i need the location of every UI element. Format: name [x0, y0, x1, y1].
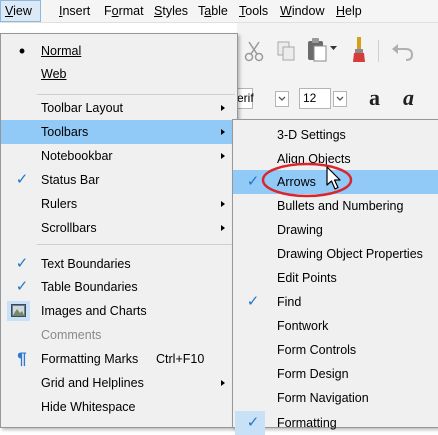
menu-item-scrollbars[interactable]: Scrollbars	[1, 216, 237, 240]
view-menu: • Normal Web Toolbar Layout Toolbars Not…	[0, 33, 238, 428]
image-chart-icon	[11, 304, 26, 317]
menu-item-images-and-charts[interactable]: Images and Charts	[1, 299, 237, 323]
menu-table[interactable]: Table	[194, 0, 232, 22]
checkmark-icon: ✓	[246, 414, 260, 431]
toolbar-separator	[378, 40, 379, 62]
bold-icon[interactable]: a	[366, 86, 390, 110]
menu-bar: View Insert Format Styles Table Tools Wi…	[0, 0, 438, 23]
menu-insert[interactable]: Insert	[55, 0, 94, 22]
menu-tools[interactable]: Tools	[235, 0, 272, 22]
submenu-item-drawing-object-properties[interactable]: Drawing Object Properties	[233, 242, 438, 266]
svg-text:a: a	[403, 86, 414, 110]
menu-item-toolbar-layout[interactable]: Toolbar Layout	[1, 96, 237, 120]
submenu-item-3d-settings[interactable]: 3-D Settings	[233, 123, 438, 147]
clone-formatting-icon[interactable]	[346, 36, 368, 64]
menu-help[interactable]: Help	[332, 0, 366, 22]
paste-dropdown-icon[interactable]	[330, 46, 338, 52]
submenu-arrow-icon	[221, 105, 225, 111]
checkmark-icon: ✓	[15, 278, 29, 295]
submenu-item-form-design[interactable]: Form Design	[233, 362, 438, 386]
pilcrow-icon: ¶	[17, 349, 27, 368]
menu-item-comments[interactable]: Comments	[1, 323, 237, 347]
paste-icon[interactable]	[306, 37, 328, 63]
submenu-arrow-icon	[221, 380, 225, 386]
submenu-item-formatting[interactable]: ✓ Formatting	[233, 411, 438, 435]
font-size-dropdown[interactable]	[333, 91, 347, 107]
menu-item-rulers[interactable]: Rulers	[1, 192, 237, 216]
font-size-combo[interactable]: 12	[299, 88, 331, 109]
submenu-arrow-icon	[221, 129, 225, 135]
radio-bullet-icon: •	[18, 41, 26, 61]
checkmark-icon: ✓	[15, 171, 29, 188]
chevron-down-icon	[336, 96, 344, 101]
submenu-arrow-icon	[221, 153, 225, 159]
menu-item-grid-and-helplines[interactable]: Grid and Helplines	[1, 371, 237, 395]
menu-format[interactable]: Format	[100, 0, 148, 22]
checkmark-icon: ✓	[15, 255, 29, 272]
mouse-pointer-icon	[326, 166, 341, 190]
menu-styles[interactable]: Styles	[150, 0, 192, 22]
menu-view[interactable]: View	[0, 0, 41, 22]
menu-separator	[37, 94, 235, 95]
undo-icon[interactable]	[390, 41, 414, 61]
menu-separator	[37, 244, 235, 245]
menu-item-notebookbar[interactable]: Notebookbar	[1, 144, 237, 168]
menu-item-table-boundaries[interactable]: ✓ Table Boundaries	[1, 275, 237, 299]
submenu-item-edit-points[interactable]: Edit Points	[233, 266, 438, 290]
menu-item-web[interactable]: Web	[1, 62, 237, 86]
copy-icon[interactable]	[276, 40, 296, 62]
submenu-item-form-navigation[interactable]: Form Navigation	[233, 386, 438, 410]
menu-item-hide-whitespace[interactable]: Hide Whitespace	[1, 395, 237, 419]
svg-text:a: a	[369, 86, 380, 110]
chevron-down-icon	[278, 96, 286, 101]
submenu-item-fontwork[interactable]: Fontwork	[233, 314, 438, 338]
menu-item-status-bar[interactable]: ✓ Status Bar	[1, 168, 237, 192]
font-name-dropdown[interactable]	[275, 91, 289, 107]
menu-item-text-boundaries[interactable]: ✓ Text Boundaries	[1, 252, 237, 276]
checkmark-icon: ✓	[246, 293, 260, 310]
menu-item-toolbars[interactable]: Toolbars	[1, 120, 237, 144]
menu-window[interactable]: Window	[276, 0, 328, 22]
submenu-item-find[interactable]: ✓ Find	[233, 290, 438, 314]
submenu-arrow-icon	[221, 201, 225, 207]
submenu-item-drawing[interactable]: Drawing	[233, 218, 438, 242]
submenu-arrow-icon	[221, 225, 225, 231]
submenu-item-form-controls[interactable]: Form Controls	[233, 338, 438, 362]
menu-item-formatting-marks[interactable]: ¶ Formatting Marks Ctrl+F10	[1, 347, 237, 371]
italic-icon[interactable]: a	[400, 86, 424, 110]
menu-item-normal[interactable]: • Normal	[1, 39, 237, 63]
cut-icon[interactable]	[244, 40, 264, 62]
